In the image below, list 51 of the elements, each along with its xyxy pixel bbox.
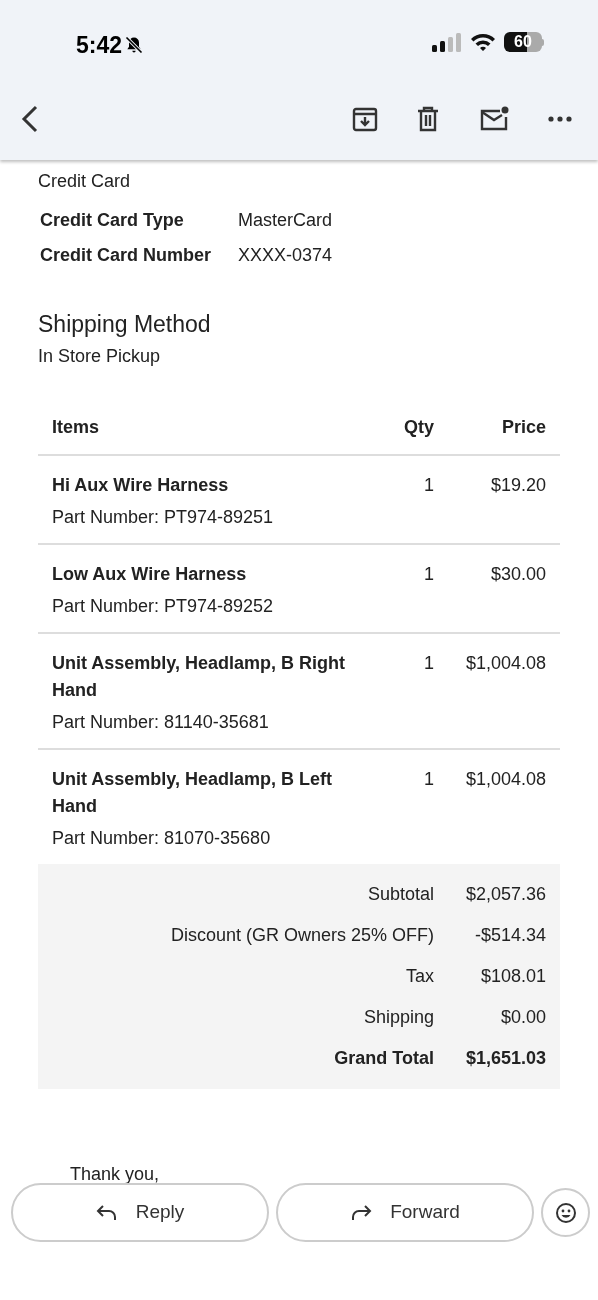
total-value: $108.01 [479,965,546,988]
bell-muted-icon [124,35,145,56]
forward-button[interactable]: Forward [276,1183,534,1242]
emoji-button[interactable] [541,1188,590,1237]
signal-icon [432,32,462,52]
unread-mail-button[interactable] [480,106,510,132]
total-value: -$514.34 [473,924,546,947]
total-label: Shipping [363,1006,434,1029]
item-name: Unit Assembly, Headlamp, B Right Hand [52,652,347,702]
part-number: Part Number: PT974-89251 [52,506,275,529]
delete-button[interactable] [416,106,440,132]
status-time: 5:42 [76,31,123,60]
item-name: Hi Aux Wire Harness [52,474,230,497]
archive-button[interactable] [352,106,378,132]
item-name: Unit Assembly, Headlamp, B Left Hand [52,768,334,818]
shipping-value: In Store Pickup [38,345,161,368]
item-name: Low Aux Wire Harness [52,563,248,586]
part-number: Part Number: 81140-35681 [52,711,270,734]
more-button[interactable] [548,116,572,122]
price: $1,004.08 [464,652,546,675]
quantity: 1 [423,563,434,586]
price: $30.00 [489,563,546,586]
part-number: Part Number: PT974-89252 [52,595,275,618]
field-value: XXXX-0374 [238,244,333,267]
column-header: Items [52,415,101,439]
quantity: 1 [423,474,434,497]
field-value: MasterCard [238,209,333,232]
part-number: Part Number: 81070-35680 [52,827,272,850]
smiley-icon [554,1201,577,1224]
column-header: Qty [403,415,434,439]
payment-value: Credit Card [38,170,131,193]
field-label: Credit Card Type [39,209,185,232]
column-header: Price [500,415,546,439]
total-value: $0.00 [499,1006,546,1029]
field-label: Credit Card Number [39,244,213,267]
closing-text: Thank you, [70,1163,160,1186]
quantity: 1 [423,652,434,675]
forward-icon [350,1203,373,1222]
price: $19.20 [489,474,546,497]
total-label: Discount (GR Owners 25% OFF) [170,924,434,947]
total-label: Grand Total [334,1047,434,1070]
quantity: 1 [423,768,434,791]
price: $1,004.08 [464,768,546,791]
section-heading: Shipping Method [38,310,211,339]
total-label: Subtotal [367,883,434,906]
reply-button[interactable]: Reply [11,1183,269,1242]
total-label: Tax [406,965,434,988]
reply-icon [95,1203,118,1222]
total-value: $1,651.03 [464,1047,546,1070]
total-value: $2,057.36 [464,883,546,906]
wifi-icon [470,32,496,52]
